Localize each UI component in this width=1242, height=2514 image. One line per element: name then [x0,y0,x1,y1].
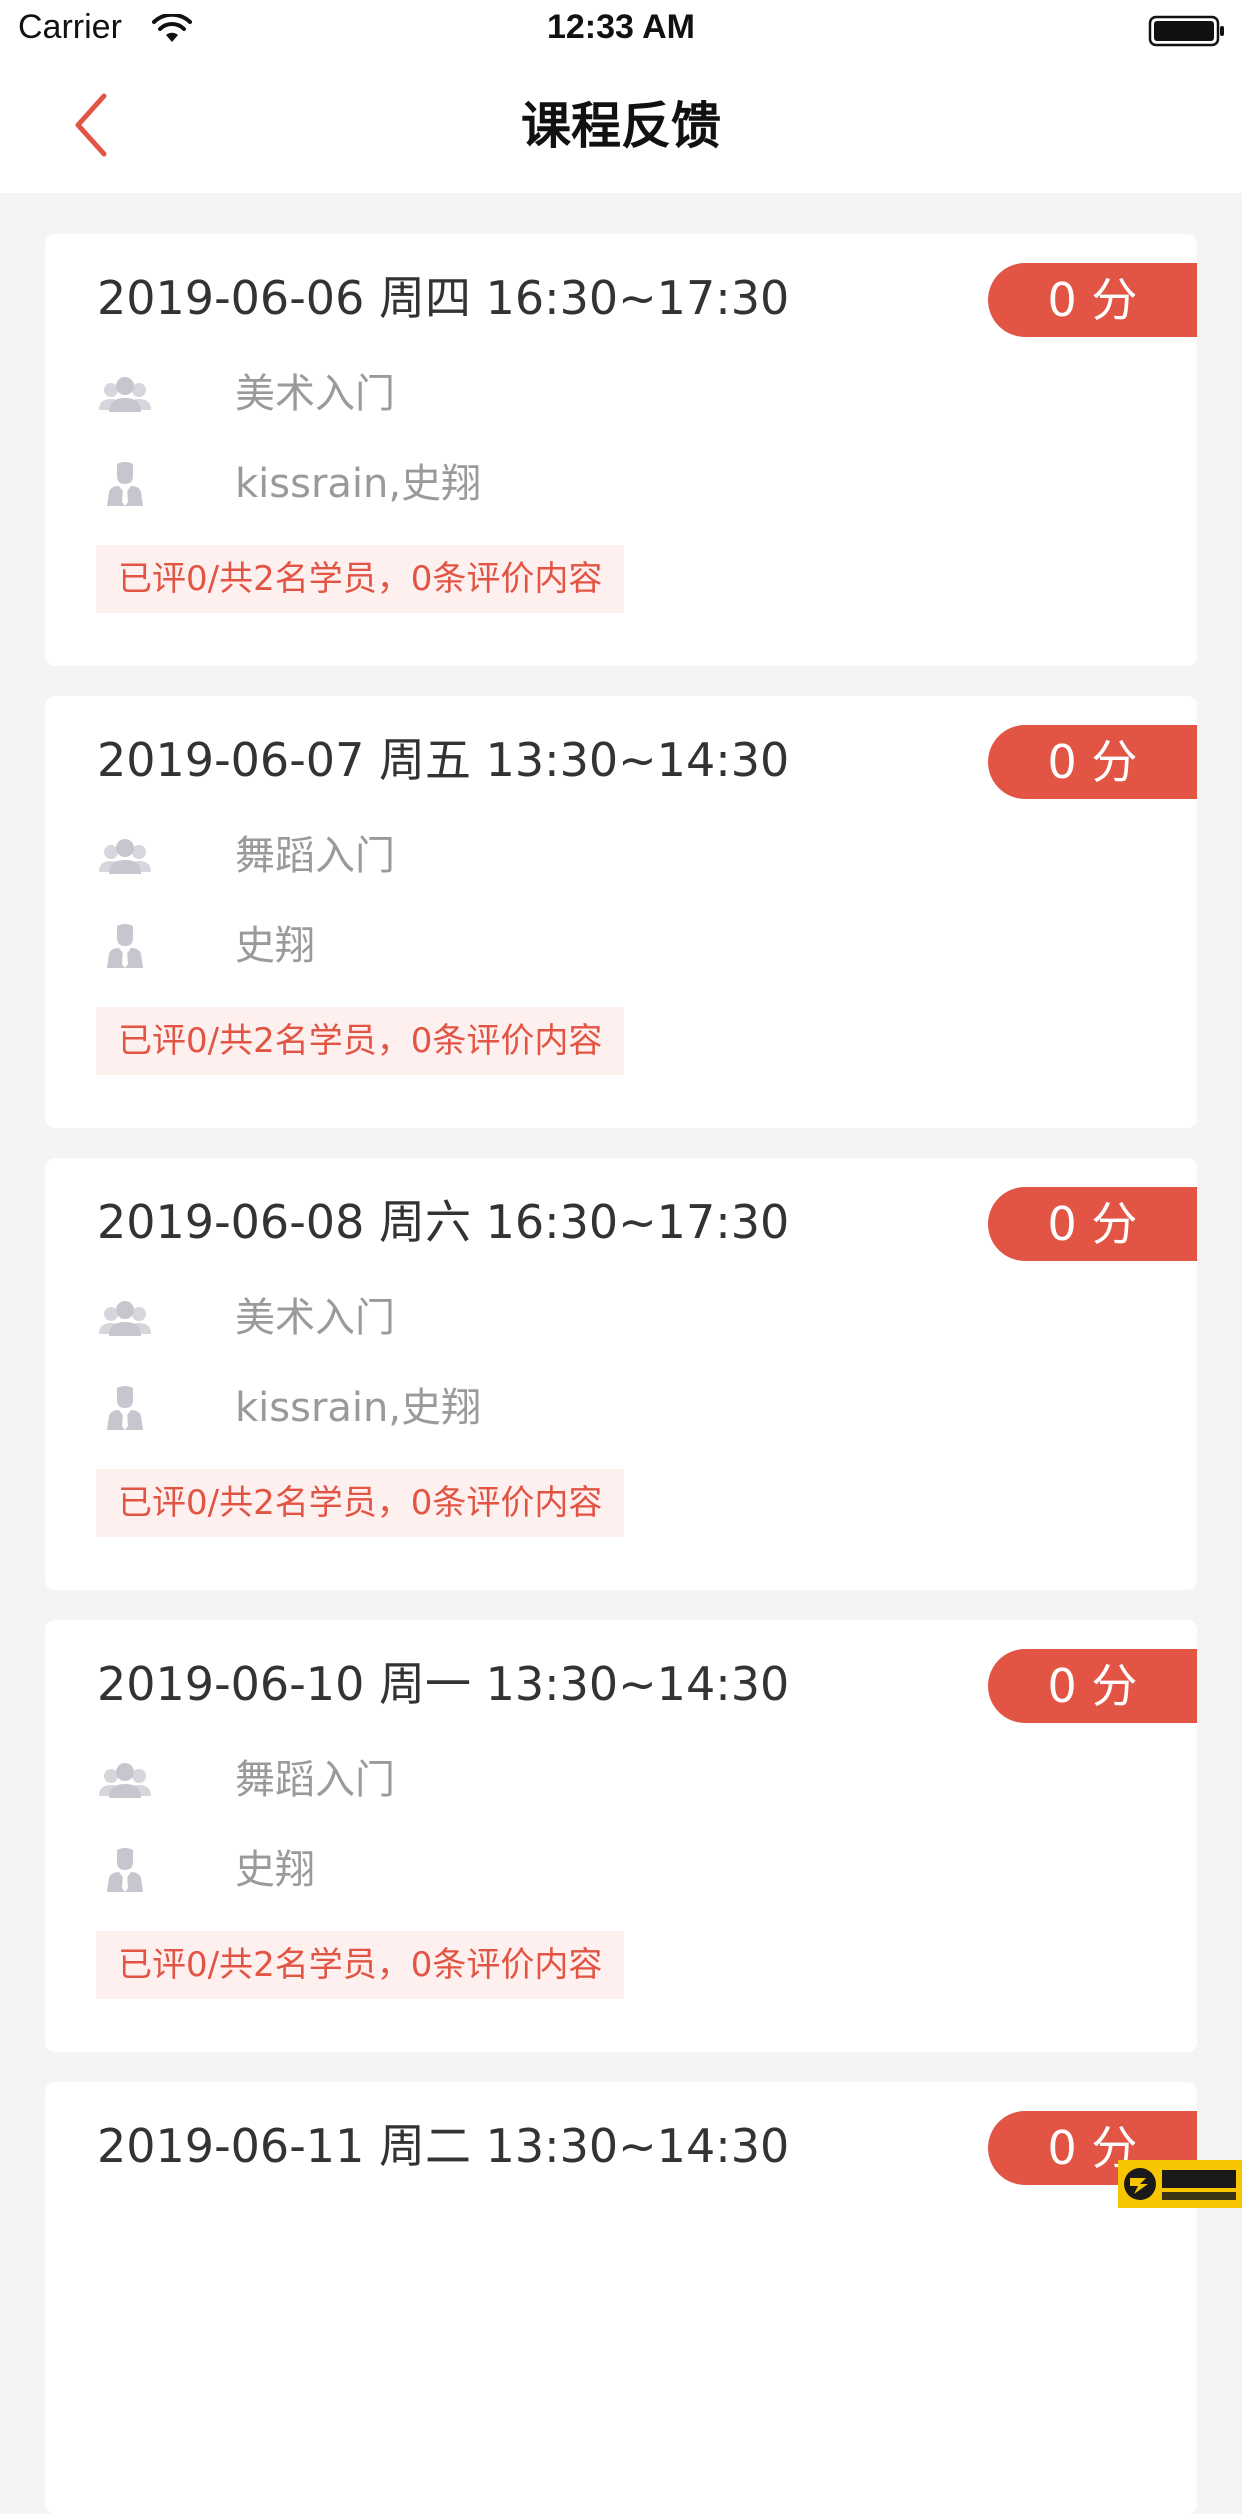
page-title: 课程反馈 [521,97,721,155]
review-summary: 已评0/共2名学员，0条评价内容 [96,1007,625,1075]
lesson-card[interactable]: 2019-06-11 周二 13:30~14:30 0 分 [45,2082,1197,2514]
lesson-datetime: 2019-06-11 周二 13:30~14:30 [97,2119,790,2173]
teacher-names: 史翔 [235,923,315,969]
clock: 12:33 AM [546,8,696,46]
teacher-icon [107,1386,143,1430]
score-badge: 0 分 [988,263,1197,337]
course-name: 美术入门 [235,1295,395,1341]
score-badge: 0 分 [988,1649,1197,1723]
group-icon [99,1763,151,1798]
watermark-logo [1118,2160,1242,2208]
score-badge: 0 分 [988,1187,1197,1261]
review-summary: 已评0/共2名学员，0条评价内容 [96,545,625,613]
course-name: 美术入门 [235,371,395,417]
course-name: 舞蹈入门 [235,833,395,879]
status-bar: Carrier 12:33 AM [0,0,1242,60]
review-summary: 已评0/共2名学员，0条评价内容 [96,1469,625,1537]
battery-icon [1148,15,1224,47]
group-icon [99,839,151,874]
lesson-datetime: 2019-06-10 周一 13:30~14:30 [97,1657,790,1711]
score-badge: 0 分 [988,725,1197,799]
nav-bar: 课程反馈 [0,60,1242,193]
teacher-names: 史翔 [235,1847,315,1893]
group-icon [99,377,151,412]
lesson-datetime: 2019-06-07 周五 13:30~14:30 [97,733,790,787]
lesson-datetime: 2019-06-08 周六 16:30~17:30 [97,1195,790,1249]
teacher-names: kissrain,史翔 [235,461,482,507]
course-name: 舞蹈入门 [235,1757,395,1803]
lesson-card[interactable]: 2019-06-07 周五 13:30~14:30 0 分 舞蹈入门 史翔 已评… [45,696,1197,1128]
lesson-card[interactable]: 2019-06-06 周四 16:30~17:30 0 分 美术入门 kissr… [45,234,1197,666]
teacher-icon [107,462,143,506]
lesson-card[interactable]: 2019-06-08 周六 16:30~17:30 0 分 美术入门 kissr… [45,1158,1197,1590]
lesson-datetime: 2019-06-06 周四 16:30~17:30 [97,271,790,325]
teacher-names: kissrain,史翔 [235,1385,482,1431]
group-icon [99,1301,151,1336]
lesson-card[interactable]: 2019-06-10 周一 13:30~14:30 0 分 舞蹈入门 史翔 已评… [45,1620,1197,2052]
teacher-icon [107,1848,143,1892]
teacher-icon [107,924,143,968]
review-summary: 已评0/共2名学员，0条评价内容 [96,1931,625,1999]
